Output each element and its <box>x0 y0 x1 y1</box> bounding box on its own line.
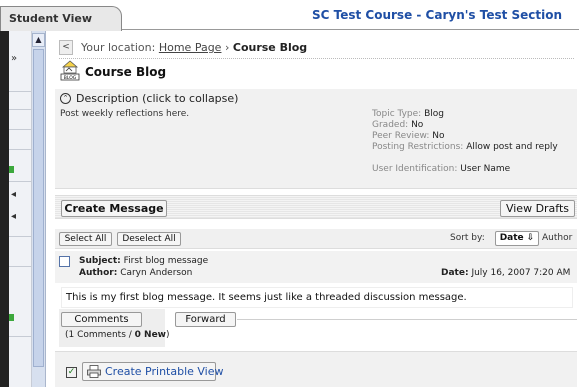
breadcrumb-home-link[interactable]: Home Page <box>159 41 222 54</box>
blog-icon: BLOG <box>60 59 80 81</box>
message-date: Date: July 16, 2007 7:20 AM <box>441 268 570 278</box>
subject-label: Subject: <box>79 256 121 266</box>
author-label: Author: <box>79 268 118 278</box>
meta-graded: Graded: No <box>372 120 562 130</box>
comments-divider <box>237 319 577 320</box>
rail-collapse-icon[interactable]: ◂ <box>11 211 16 222</box>
message-header: Subject: First blog message Author: Cary… <box>55 251 577 283</box>
sort-by-label: Sort by: <box>450 233 485 243</box>
sort-author-link[interactable]: Author <box>542 233 572 243</box>
comments-new-count: 0 New <box>134 330 166 340</box>
blog-icon-label: BLOG <box>64 75 77 81</box>
meta-value: No <box>432 131 445 141</box>
meta-user-identification: User Identification: User Name <box>372 164 562 174</box>
left-rail-edge <box>0 31 9 387</box>
breadcrumb-text: Your location: Home Page › Course Blog <box>81 41 307 54</box>
rail-divider <box>9 181 32 182</box>
scroll-up-icon[interactable]: ▲ <box>32 33 45 47</box>
deselect-all-button[interactable]: Deselect All <box>117 232 181 246</box>
rail-collapse-icon[interactable]: ◂ <box>11 189 16 200</box>
rail-divider <box>9 236 32 237</box>
course-title: SC Test Course - Caryn's Test Section <box>312 8 563 22</box>
sort-date-button[interactable]: Date ⇩ <box>495 231 539 246</box>
view-drafts-button[interactable]: View Drafts <box>500 200 575 217</box>
comments-count-suffix: ) <box>166 330 170 340</box>
message-body-box: This is my first blog message. It seems … <box>61 287 573 308</box>
student-view-tab[interactable]: Student View <box>0 6 122 31</box>
meta-topic-type: Topic Type: Blog <box>372 109 562 119</box>
message-author: Author: Caryn Anderson <box>79 268 192 278</box>
list-controls: Select All Deselect All Sort by: Date ⇩ … <box>55 229 577 249</box>
forward-button[interactable]: Forward <box>175 312 236 327</box>
comments-area: Comments Forward (1 Comments / 0 New) <box>55 309 577 347</box>
description-panel: ⌃ Description (click to collapse) Post w… <box>55 89 577 189</box>
rail-divider <box>9 336 32 337</box>
create-printable-view-button[interactable]: Create Printable View <box>82 362 224 381</box>
rail-divider <box>9 266 32 267</box>
print-check-icon[interactable]: ✓ <box>66 367 77 378</box>
rail-divider <box>9 91 32 92</box>
rail-status-indicator <box>9 314 14 321</box>
rail-status-indicator <box>9 166 14 173</box>
action-bar: Create Message View Drafts <box>55 195 577 219</box>
description-text: Post weekly reflections here. <box>60 109 190 119</box>
date-value: July 16, 2007 7:20 AM <box>471 268 571 278</box>
meta-label: Peer Review: <box>372 131 430 141</box>
comments-button[interactable]: Comments <box>61 312 142 327</box>
author-value: Caryn Anderson <box>120 268 193 278</box>
meta-value: User Name <box>460 164 511 174</box>
meta-label: User Identification: <box>372 164 458 174</box>
chevron-left-icon[interactable]: < <box>59 40 73 55</box>
collapse-icon[interactable]: ⌃ <box>60 93 71 104</box>
subject-value: First blog message <box>123 256 209 266</box>
left-rail: » ◂ ◂ <box>9 31 32 387</box>
vertical-scrollbar[interactable]: ▲ <box>32 31 46 387</box>
breadcrumb-current: Course Blog <box>232 41 308 54</box>
message-checkbox[interactable] <box>59 256 70 267</box>
page-title: Course Blog <box>85 65 167 79</box>
breadcrumb-prefix: Your location: <box>81 41 156 54</box>
date-label: Date: <box>441 268 469 278</box>
meta-label: Topic Type: <box>372 109 422 119</box>
create-message-button[interactable]: Create Message <box>61 200 167 217</box>
printable-label: Create Printable View <box>105 365 224 378</box>
meta-label: Posting Restrictions: <box>372 142 464 152</box>
printable-bar: ✓ Create Printable View <box>55 351 577 387</box>
select-all-button[interactable]: Select All <box>59 232 112 246</box>
scroll-thumb[interactable] <box>33 49 44 367</box>
meta-label: Graded: <box>372 120 409 130</box>
comments-count-prefix: (1 Comments / <box>65 330 135 340</box>
meta-peer-review: Peer Review: No <box>372 131 562 141</box>
meta-value: No <box>411 120 424 130</box>
rail-divider <box>9 109 32 110</box>
breadcrumb: < Your location: Home Page › Course Blog <box>59 39 574 59</box>
meta-value: Blog <box>424 109 444 119</box>
message-subject: Subject: First blog message <box>79 256 208 266</box>
main-content: < Your location: Home Page › Course Blog… <box>47 31 579 387</box>
breadcrumb-separator: › <box>224 41 230 54</box>
description-header[interactable]: Description (click to collapse) <box>76 92 238 105</box>
message-body: This is my first blog message. It seems … <box>66 292 467 303</box>
meta-value: Allow post and reply <box>466 142 558 152</box>
meta-posting-restrictions: Posting Restrictions: Allow post and rep… <box>372 142 562 152</box>
rail-divider <box>9 149 32 150</box>
comments-count: (1 Comments / 0 New) <box>65 330 170 340</box>
rail-divider <box>9 129 32 130</box>
printer-icon <box>87 365 101 378</box>
expand-icon[interactable]: » <box>11 53 17 64</box>
